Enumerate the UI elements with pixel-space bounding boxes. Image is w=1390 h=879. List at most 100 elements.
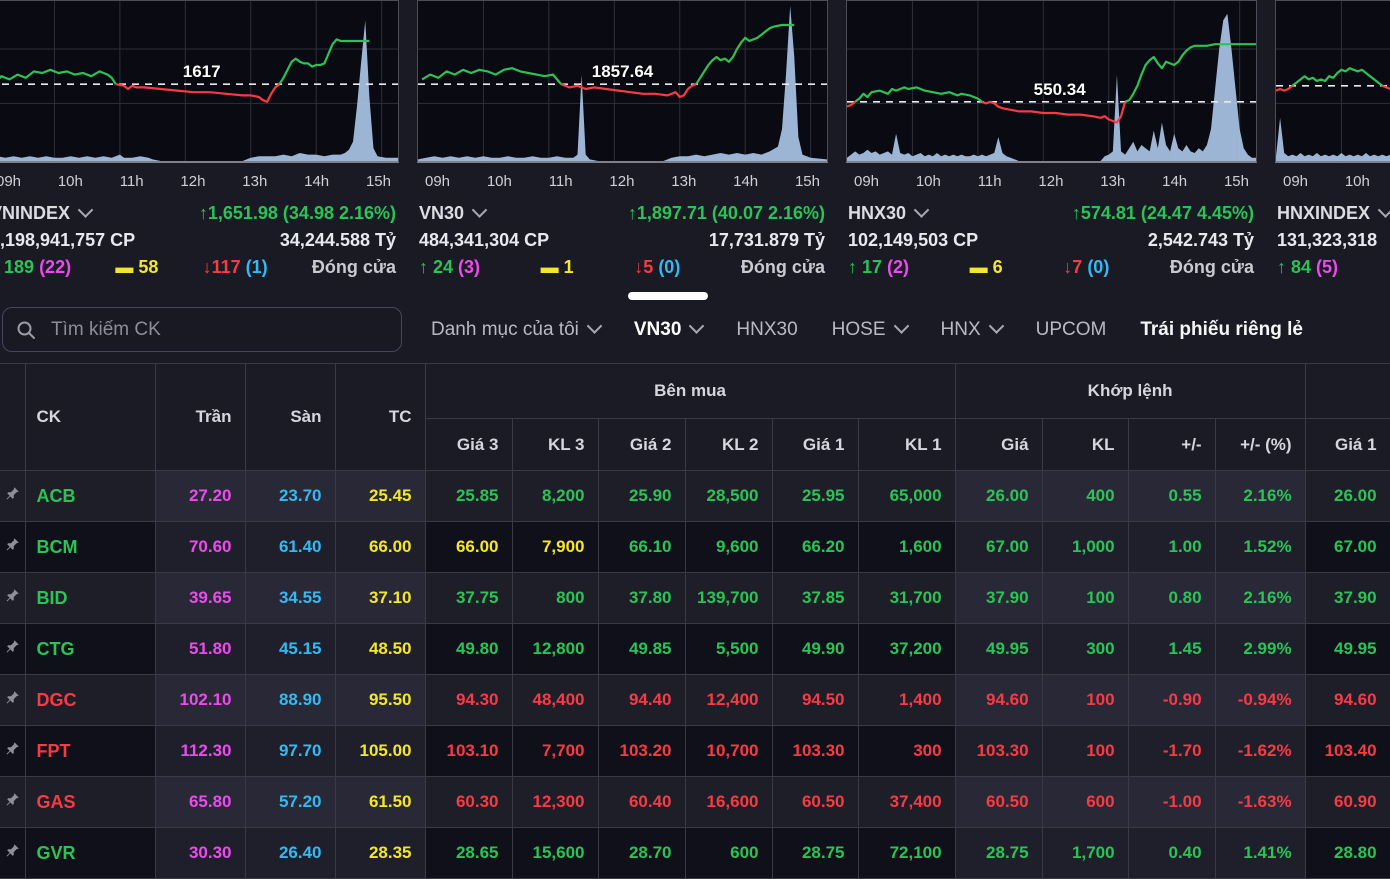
cell-match-vol[interactable]: 100 — [1042, 675, 1128, 726]
tab-hnx[interactable]: HNX — [941, 296, 1002, 363]
cell-reference[interactable]: 48.50 — [335, 624, 425, 675]
cell-buy-price-1[interactable]: 94.50 — [772, 675, 858, 726]
symbol-cell[interactable]: BID — [25, 573, 155, 624]
cell-match-price[interactable]: 28.75 — [955, 828, 1042, 879]
cell-change[interactable]: 0.80 — [1128, 573, 1215, 624]
symbol-cell[interactable]: GAS — [25, 777, 155, 828]
cell-buy-vol-3[interactable]: 7,900 — [512, 522, 598, 573]
cell-match-price[interactable]: 94.60 — [955, 675, 1042, 726]
tab-hnx30[interactable]: HNX30 — [736, 296, 797, 363]
index-selector[interactable]: HNXINDEX — [1277, 203, 1390, 224]
cell-floor[interactable]: 34.55 — [245, 573, 335, 624]
symbol-cell[interactable]: FPT — [25, 726, 155, 777]
cell-buy-price-3[interactable]: 37.75 — [425, 573, 512, 624]
cell-floor[interactable]: 23.70 — [245, 471, 335, 522]
cell-ceiling[interactable]: 102.10 — [155, 675, 245, 726]
cell-buy-vol-2[interactable]: 28,500 — [685, 471, 772, 522]
cell-sell-price-1[interactable]: 103.40 — [1305, 726, 1390, 777]
cell-buy-vol-3[interactable]: 48,400 — [512, 675, 598, 726]
cell-ceiling[interactable]: 39.65 — [155, 573, 245, 624]
cell-ceiling[interactable]: 112.30 — [155, 726, 245, 777]
symbol-cell[interactable]: ACB — [25, 471, 155, 522]
cell-change[interactable]: -1.00 — [1128, 777, 1215, 828]
cell-sell-price-1[interactable]: 67.00 — [1305, 522, 1390, 573]
cell-buy-vol-2[interactable]: 12,400 — [685, 675, 772, 726]
cell-buy-price-2[interactable]: 103.20 — [598, 726, 685, 777]
index-selector[interactable]: VN30 — [419, 203, 485, 224]
cell-match-price[interactable]: 103.30 — [955, 726, 1042, 777]
cell-buy-price-3[interactable]: 25.85 — [425, 471, 512, 522]
cell-buy-vol-1[interactable]: 1,400 — [858, 675, 955, 726]
tab-danh-muc-cua-toi[interactable]: Danh mục của tôi — [431, 296, 600, 363]
cell-floor[interactable]: 45.15 — [245, 624, 335, 675]
cell-match-vol[interactable]: 1,700 — [1042, 828, 1128, 879]
cell-change-pct[interactable]: 1.41% — [1215, 828, 1305, 879]
cell-floor[interactable]: 97.70 — [245, 726, 335, 777]
cell-buy-price-1[interactable]: 37.85 — [772, 573, 858, 624]
cell-buy-vol-1[interactable]: 37,200 — [858, 624, 955, 675]
cell-ceiling[interactable]: 51.80 — [155, 624, 245, 675]
cell-buy-vol-3[interactable]: 12,300 — [512, 777, 598, 828]
tab-vn30[interactable]: VN30 — [634, 296, 703, 363]
cell-sell-price-1[interactable]: 28.80 — [1305, 828, 1390, 879]
cell-change[interactable]: 1.00 — [1128, 522, 1215, 573]
cell-match-price[interactable]: 67.00 — [955, 522, 1042, 573]
symbol-cell[interactable]: DGC — [25, 675, 155, 726]
cell-buy-vol-1[interactable]: 1,600 — [858, 522, 955, 573]
cell-buy-price-2[interactable]: 28.70 — [598, 828, 685, 879]
pin-cell[interactable] — [0, 726, 25, 777]
symbol-cell[interactable]: CTG — [25, 624, 155, 675]
cell-match-price[interactable]: 60.50 — [955, 777, 1042, 828]
search-box[interactable] — [2, 307, 402, 352]
cell-change-pct[interactable]: 2.16% — [1215, 573, 1305, 624]
cell-reference[interactable]: 95.50 — [335, 675, 425, 726]
cell-sell-price-1[interactable]: 60.90 — [1305, 777, 1390, 828]
cell-change-pct[interactable]: -1.62% — [1215, 726, 1305, 777]
cell-buy-vol-3[interactable]: 12,800 — [512, 624, 598, 675]
cell-buy-price-1[interactable]: 66.20 — [772, 522, 858, 573]
cell-buy-vol-1[interactable]: 65,000 — [858, 471, 955, 522]
cell-buy-price-2[interactable]: 60.40 — [598, 777, 685, 828]
cell-floor[interactable]: 61.40 — [245, 522, 335, 573]
cell-buy-price-3[interactable]: 103.10 — [425, 726, 512, 777]
cell-buy-vol-2[interactable]: 5,500 — [685, 624, 772, 675]
cell-reference[interactable]: 105.00 — [335, 726, 425, 777]
cell-buy-vol-2[interactable]: 600 — [685, 828, 772, 879]
cell-change[interactable]: 1.45 — [1128, 624, 1215, 675]
cell-buy-price-3[interactable]: 28.65 — [425, 828, 512, 879]
symbol-cell[interactable]: BCM — [25, 522, 155, 573]
cell-buy-price-3[interactable]: 94.30 — [425, 675, 512, 726]
cell-reference[interactable]: 61.50 — [335, 777, 425, 828]
cell-match-vol[interactable]: 100 — [1042, 726, 1128, 777]
cell-reference[interactable]: 37.10 — [335, 573, 425, 624]
cell-match-vol[interactable]: 1,000 — [1042, 522, 1128, 573]
cell-buy-price-3[interactable]: 49.80 — [425, 624, 512, 675]
index-selector[interactable]: HNX30 — [848, 203, 927, 224]
cell-sell-price-1[interactable]: 26.00 — [1305, 471, 1390, 522]
cell-sell-price-1[interactable]: 94.60 — [1305, 675, 1390, 726]
cell-buy-vol-1[interactable]: 300 — [858, 726, 955, 777]
cell-buy-price-3[interactable]: 66.00 — [425, 522, 512, 573]
cell-change[interactable]: -1.70 — [1128, 726, 1215, 777]
pin-cell[interactable] — [0, 522, 25, 573]
cell-buy-vol-3[interactable]: 7,700 — [512, 726, 598, 777]
cell-buy-vol-2[interactable]: 139,700 — [685, 573, 772, 624]
cell-floor[interactable]: 57.20 — [245, 777, 335, 828]
cell-buy-price-2[interactable]: 49.85 — [598, 624, 685, 675]
search-input[interactable] — [49, 318, 388, 342]
cell-match-vol[interactable]: 300 — [1042, 624, 1128, 675]
pin-cell[interactable] — [0, 777, 25, 828]
cell-ceiling[interactable]: 30.30 — [155, 828, 245, 879]
cell-change[interactable]: 0.55 — [1128, 471, 1215, 522]
pin-cell[interactable] — [0, 828, 25, 879]
cell-sell-price-1[interactable]: 49.95 — [1305, 624, 1390, 675]
cell-buy-vol-2[interactable]: 10,700 — [685, 726, 772, 777]
cell-buy-price-2[interactable]: 37.80 — [598, 573, 685, 624]
cell-match-price[interactable]: 26.00 — [955, 471, 1042, 522]
cell-match-vol[interactable]: 400 — [1042, 471, 1128, 522]
cell-buy-price-1[interactable]: 49.90 — [772, 624, 858, 675]
cell-buy-vol-3[interactable]: 8,200 — [512, 471, 598, 522]
pin-cell[interactable] — [0, 573, 25, 624]
tab-hose[interactable]: HOSE — [832, 296, 907, 363]
cell-change-pct[interactable]: 2.16% — [1215, 471, 1305, 522]
